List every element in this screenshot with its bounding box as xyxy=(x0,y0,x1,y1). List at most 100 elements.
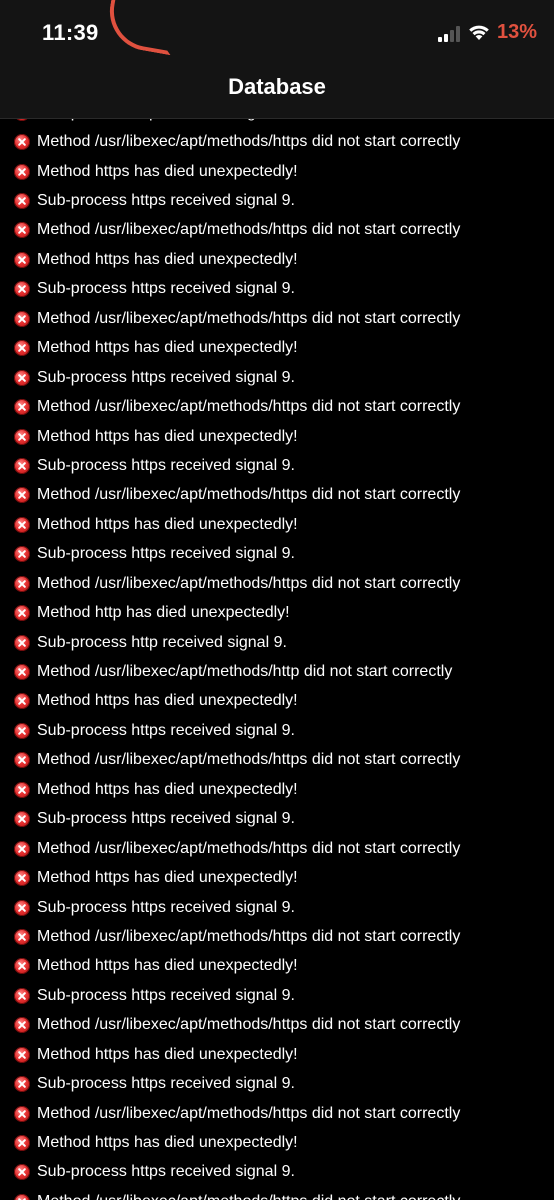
log-message: Sub-process https received signal 9. xyxy=(37,898,295,916)
error-x-icon xyxy=(14,163,30,180)
log-row: Method https has died unexpectedly! xyxy=(0,334,554,363)
log-message: Method /usr/libexec/apt/methods/https di… xyxy=(37,751,461,769)
error-x-icon xyxy=(14,428,30,445)
error-x-icon xyxy=(14,1193,30,1200)
log-row: Method https has died unexpectedly! xyxy=(0,422,554,451)
log-message: Method /usr/libexec/apt/methods/https di… xyxy=(37,221,461,239)
log-message: Method https has died unexpectedly! xyxy=(37,250,298,268)
log-message: Sub-process https received signal 9. xyxy=(37,986,295,1004)
log-row: Method https has died unexpectedly! xyxy=(0,863,554,892)
log-row: Method https has died unexpectedly! xyxy=(0,1128,554,1157)
error-x-icon xyxy=(14,1164,30,1181)
log-row: Method /usr/libexec/apt/methods/https di… xyxy=(0,746,554,775)
error-x-icon xyxy=(14,752,30,769)
wifi-icon xyxy=(469,25,489,40)
error-x-icon xyxy=(14,1046,30,1063)
log-message: Method /usr/libexec/apt/methods/https di… xyxy=(37,839,461,857)
error-x-icon xyxy=(14,134,30,151)
error-x-icon xyxy=(14,605,30,622)
error-x-icon xyxy=(14,634,30,651)
log-message: Method /usr/libexec/apt/methods/https di… xyxy=(37,1016,461,1034)
log-row: Method https has died unexpectedly! xyxy=(0,687,554,716)
battery-percent: 13% xyxy=(497,21,538,43)
error-x-icon xyxy=(14,928,30,945)
error-log-list[interactable]: Sub-process https received signal 9. Meth… xyxy=(0,98,554,1200)
log-row: Method /usr/libexec/apt/methods/https di… xyxy=(0,304,554,333)
error-x-icon xyxy=(14,781,30,798)
log-row: Method /usr/libexec/apt/methods/https di… xyxy=(0,569,554,598)
log-message: Method /usr/libexec/apt/methods/https di… xyxy=(37,486,461,504)
log-row: Method https has died unexpectedly! xyxy=(0,775,554,804)
log-message: Method https has died unexpectedly! xyxy=(37,869,298,887)
log-message: Method /usr/libexec/apt/methods/http did… xyxy=(37,663,453,681)
error-x-icon xyxy=(14,958,30,975)
log-row: Method https has died unexpectedly! xyxy=(0,245,554,274)
error-x-icon xyxy=(14,251,30,268)
log-message: Method /usr/libexec/apt/methods/https di… xyxy=(37,574,461,592)
log-message: Method https has died unexpectedly! xyxy=(37,1045,298,1063)
log-message: Sub-process https received signal 9. xyxy=(37,545,295,563)
error-x-icon xyxy=(14,664,30,681)
log-row: Method https has died unexpectedly! xyxy=(0,510,554,539)
error-x-icon xyxy=(14,369,30,386)
log-message: Sub-process https received signal 9. xyxy=(37,810,295,828)
error-x-icon xyxy=(14,987,30,1004)
log-message: Method https has died unexpectedly! xyxy=(37,515,298,533)
log-row: Sub-process https received signal 9. xyxy=(0,1158,554,1187)
log-row: Sub-process https received signal 9. xyxy=(0,363,554,392)
log-row: Sub-process https received signal 9. xyxy=(0,1069,554,1098)
error-x-icon xyxy=(14,340,30,357)
log-message: Method /usr/libexec/apt/methods/https di… xyxy=(37,133,461,151)
log-row: Method /usr/libexec/apt/methods/https di… xyxy=(0,216,554,245)
cellular-signal-icon xyxy=(438,26,460,42)
error-x-icon xyxy=(14,546,30,563)
error-x-icon xyxy=(14,693,30,710)
log-message: Method https has died unexpectedly! xyxy=(37,1134,298,1152)
error-x-icon xyxy=(14,281,30,298)
log-message: Method https has died unexpectedly! xyxy=(37,339,298,357)
error-x-icon xyxy=(14,899,30,916)
error-x-icon xyxy=(14,870,30,887)
log-message: Sub-process https received signal 9. xyxy=(37,368,295,386)
log-message: Method /usr/libexec/apt/methods/https di… xyxy=(37,398,461,416)
log-row: Method /usr/libexec/apt/methods/https di… xyxy=(0,481,554,510)
top-bar: 11:39 13% Database xyxy=(0,0,554,119)
error-x-icon xyxy=(14,840,30,857)
log-row: Sub-process http received signal 9. xyxy=(0,628,554,657)
error-x-icon xyxy=(14,222,30,239)
error-x-icon xyxy=(14,1105,30,1122)
log-row: Method http has died unexpectedly! xyxy=(0,598,554,627)
log-message: Method https has died unexpectedly! xyxy=(37,162,298,180)
log-row: Sub-process https received signal 9. xyxy=(0,451,554,480)
log-row: Sub-process https received signal 9. xyxy=(0,540,554,569)
log-message: Method http has died unexpectedly! xyxy=(37,604,290,622)
log-message: Method /usr/libexec/apt/methods/https di… xyxy=(37,927,461,945)
log-row: Method /usr/libexec/apt/methods/https di… xyxy=(0,1099,554,1128)
log-row: Method /usr/libexec/apt/methods/https di… xyxy=(0,392,554,421)
log-message: Method https has died unexpectedly! xyxy=(37,692,298,710)
error-x-icon xyxy=(14,310,30,327)
error-x-icon xyxy=(14,487,30,504)
error-x-icon xyxy=(14,575,30,592)
log-row: Sub-process https received signal 9. xyxy=(0,716,554,745)
error-x-icon xyxy=(14,399,30,416)
error-x-icon xyxy=(14,193,30,210)
log-message: Sub-process https received signal 9. xyxy=(37,456,295,474)
log-message: Sub-process http received signal 9. xyxy=(37,633,287,651)
error-x-icon xyxy=(14,457,30,474)
recording-indicator-icon xyxy=(103,0,185,56)
log-message: Sub-process https received signal 9. xyxy=(37,721,295,739)
log-message: Method /usr/libexec/apt/methods/https di… xyxy=(37,309,461,327)
log-row: Method /usr/libexec/apt/methods/https di… xyxy=(0,1187,554,1200)
log-message: Method /usr/libexec/apt/methods/https di… xyxy=(37,1104,461,1122)
log-row: Method https has died unexpectedly! xyxy=(0,157,554,186)
log-row: Method /usr/libexec/apt/methods/https di… xyxy=(0,922,554,951)
log-row: Sub-process https received signal 9. xyxy=(0,275,554,304)
error-x-icon xyxy=(14,1076,30,1093)
log-row: Method /usr/libexec/apt/methods/https di… xyxy=(0,1011,554,1040)
log-row: Sub-process https received signal 9. xyxy=(0,981,554,1010)
log-row: Method /usr/libexec/apt/methods/https di… xyxy=(0,834,554,863)
log-row: Method /usr/libexec/apt/methods/http did… xyxy=(0,657,554,686)
page-title: Database xyxy=(228,74,326,99)
log-message: Sub-process https received signal 9. xyxy=(37,280,295,298)
